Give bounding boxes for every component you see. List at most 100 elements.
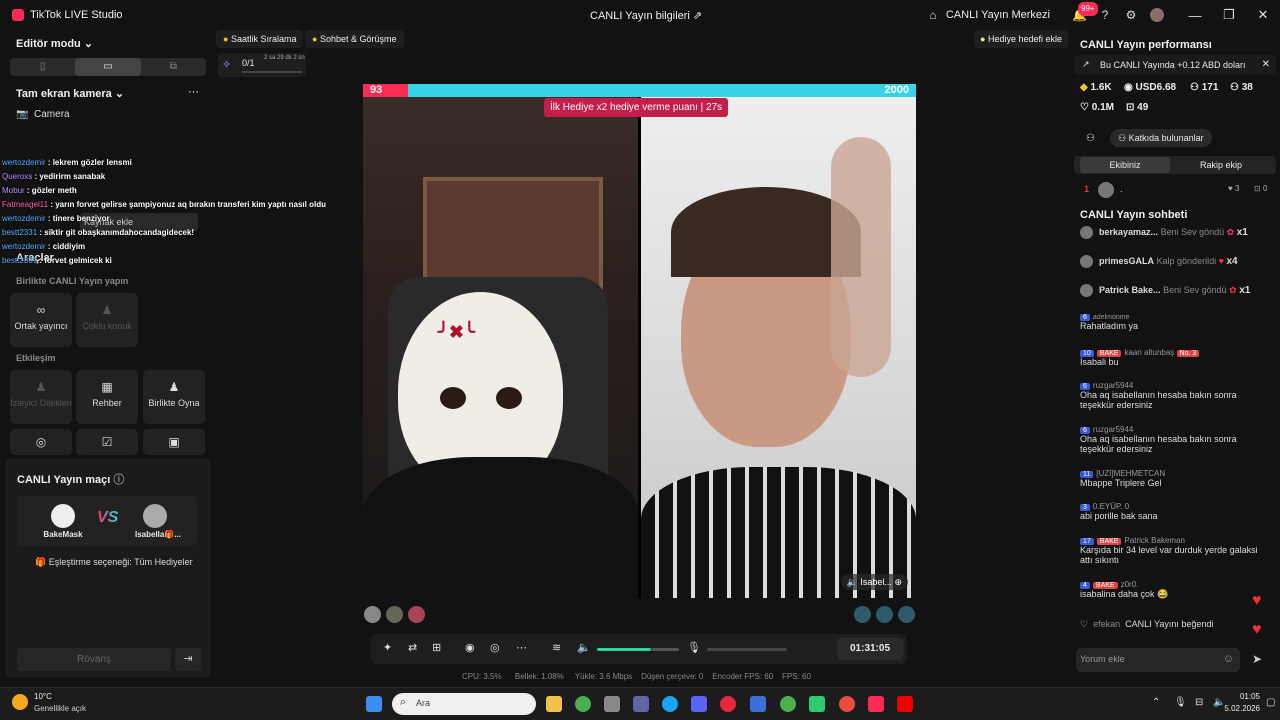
bell-icon[interactable]: 🔔 99+ — [1072, 2, 1098, 22]
taskbar-search[interactable]: ⌕ Ara — [392, 693, 536, 715]
weather-desc: Genellikle açık — [34, 704, 87, 713]
app-icon[interactable] — [839, 696, 855, 712]
performance-note: ↗ Bu CANLI Yayında +0.12 ABD doları ✕ — [1074, 55, 1276, 75]
opera-icon[interactable] — [720, 696, 736, 712]
coin-icon: ● — [223, 34, 229, 44]
app-icon[interactable] — [750, 696, 766, 712]
rank-gifts: ⊡ 0 — [1254, 184, 1268, 193]
rematch-button[interactable]: Rövanş — [17, 648, 171, 671]
overlay-chat-line: wertozdemir : tinere benziyor — [2, 214, 110, 223]
tool-row-partial-3[interactable]: ▣ — [143, 429, 205, 455]
store-icon[interactable] — [604, 696, 620, 712]
windows-start-icon[interactable] — [366, 696, 382, 712]
mic-icon[interactable]: 🎙 — [687, 641, 701, 654]
seat-icon[interactable] — [854, 606, 871, 623]
tool-row-partial-1[interactable]: ◎ — [10, 429, 72, 455]
live-status-icon[interactable]: ◎ — [490, 641, 500, 654]
weather-icon[interactable] — [12, 694, 28, 710]
chevron-up-icon[interactable]: ⌃ — [1152, 697, 1160, 708]
emoji-icon[interactable]: ☺ — [1223, 653, 1234, 665]
editor-mode-dropdown[interactable]: Editör modu ⌄ — [16, 37, 93, 50]
seat-icon[interactable] — [876, 606, 893, 623]
gift-goal-widget[interactable]: ✧ 0/1 2 sa 29 dk 2 sn — [218, 53, 306, 77]
screen-add-icon[interactable]: ⊞ — [432, 641, 441, 654]
network-icon[interactable]: ⊟ — [1195, 697, 1203, 708]
chat-message: 6 ruzgar5944 Oha aq isabellanın hesaba ba… — [1080, 381, 1237, 410]
scene-dropdown[interactable]: Tam ekran kamera ⌄ — [16, 87, 124, 100]
multi-screen-icon[interactable]: ⧉ — [141, 58, 206, 76]
help-icon[interactable]: ? — [1098, 8, 1112, 22]
viewer-wishes-tool[interactable]: ♟ İzleyici Dilekleri — [10, 370, 72, 424]
guest-seats — [854, 606, 916, 624]
volume-slider[interactable] — [597, 648, 651, 651]
chrome-active-icon[interactable] — [780, 696, 796, 712]
coin-icon: ◆ — [1080, 82, 1088, 93]
exit-match-icon[interactable]: ⇥ — [175, 648, 201, 671]
volume-icon[interactable]: 🔈 — [577, 641, 591, 654]
guide-tool[interactable]: ▦ Rehber — [76, 370, 138, 424]
close-icon[interactable]: ✕ — [1246, 7, 1280, 23]
rank-user: . — [1120, 184, 1123, 194]
interaction-title: Etkileşim — [16, 353, 56, 363]
add-user-icon[interactable]: ⚇ — [1086, 133, 1095, 144]
hourly-ranking-tab[interactable]: ● Saatlik Sıralama — [216, 30, 304, 48]
mic-level[interactable] — [707, 648, 787, 651]
title-bar: TikTok LIVE Studio CANLI Yayın bilgileri… — [0, 0, 1280, 30]
bonus-hint-banner: İlk Hediye x2 hediye verme puanı | 27s — [544, 98, 729, 117]
youtube-icon[interactable] — [897, 696, 913, 712]
layout-mode-switch[interactable]: ▯ ▭ ⧉ — [10, 58, 206, 76]
home-icon[interactable]: ⌂ — [926, 8, 940, 22]
checklist-icon: ☑ — [101, 435, 113, 449]
gift-event: primesGALA Kalp gönderildi ♥ x4 — [1080, 255, 1270, 268]
mic-tray-icon[interactable]: 🎙 — [1174, 697, 1187, 708]
send-icon[interactable]: ➤ — [1252, 652, 1262, 666]
landscape-mode-icon[interactable]: ▭ — [75, 58, 141, 76]
live-timer: 01:31:05 — [837, 638, 903, 660]
file-explorer-icon[interactable] — [546, 696, 562, 712]
top-gifters — [364, 606, 434, 624]
tiktok-icon[interactable] — [868, 696, 884, 712]
translate-icon[interactable]: ⇄ — [408, 641, 417, 654]
minimize-icon[interactable]: — — [1178, 8, 1212, 23]
guest-label[interactable]: 🔈 Isabel... ⊕ — [840, 574, 908, 590]
maximize-icon[interactable]: ❐ — [1212, 7, 1246, 23]
tab-our-team[interactable]: Ekibiniz — [1080, 157, 1170, 173]
chat-list[interactable]: 6 adelmonme Rahatladım ya 10 BAKE kaan altu… — [1070, 308, 1280, 630]
profile-avatar[interactable] — [1150, 8, 1164, 22]
magic-wand-icon[interactable]: ✦ — [383, 641, 392, 654]
co-host-tool[interactable]: ∞ Ortak yayıncı — [10, 293, 72, 347]
gift-icon: ⊡ — [1126, 102, 1135, 113]
teams-icon[interactable] — [633, 696, 649, 712]
overlay-chat-line: Fatmeagel11 : yarın forvet gelirse şampi… — [2, 200, 326, 209]
app-icon[interactable] — [809, 696, 825, 712]
notification-icon[interactable]: ▢ — [1266, 697, 1275, 708]
close-note-icon[interactable]: ✕ — [1262, 59, 1270, 70]
add-circle-icon: ⊕ — [894, 577, 902, 587]
chat-meet-tab[interactable]: ● Sohbet & Görüşme — [305, 30, 404, 48]
live-center-link[interactable]: CANLI Yayın Merkezi — [946, 9, 1050, 21]
more-options-icon[interactable]: ⋯ — [188, 85, 199, 98]
comment-input[interactable]: Yorum ekle ☺ — [1076, 648, 1240, 672]
clock-date[interactable]: 5.02.2026 — [1210, 704, 1260, 713]
settings-gear-icon[interactable]: ⚙ — [1124, 8, 1138, 22]
discord-icon[interactable] — [691, 696, 707, 712]
contributors-button[interactable]: ⚇ Katkıda bulunanlar — [1110, 129, 1212, 147]
pairing-option[interactable]: 🎁 Eşleştirme seçeneği: Tüm Hediyeler — [35, 557, 193, 568]
chrome-icon[interactable] — [575, 696, 591, 712]
camera-source[interactable]: 📷 Camera — [16, 109, 70, 120]
add-gift-goal-button[interactable]: ● Hediye hedefi ekle — [974, 30, 1069, 48]
edge-icon[interactable] — [662, 696, 678, 712]
tool-row-partial-2[interactable]: ☑ — [76, 429, 138, 455]
gift-event: berkayamaz... Beni Sev göndü ✿ x1 — [1080, 226, 1270, 239]
portrait-mode-icon[interactable]: ▯ — [10, 58, 75, 76]
equalizer-icon[interactable]: ≋ — [552, 641, 561, 654]
live-info-button[interactable]: CANLI Yayın bilgileri ⇗ — [590, 9, 702, 22]
seat-icon[interactable] — [898, 606, 915, 623]
clock-time[interactable]: 01:05 — [1220, 692, 1260, 701]
more-icon[interactable]: ⋯ — [516, 641, 527, 654]
record-icon[interactable]: ◉ — [465, 641, 475, 654]
multi-guest-tool[interactable]: ♟ Çoklu konuk — [76, 293, 138, 347]
tab-rival-team[interactable]: Rakip ekip — [1174, 157, 1268, 173]
play-together-tool[interactable]: ♟ Birlikte Oyna — [143, 370, 205, 424]
goal-icon: ✧ — [222, 59, 232, 71]
